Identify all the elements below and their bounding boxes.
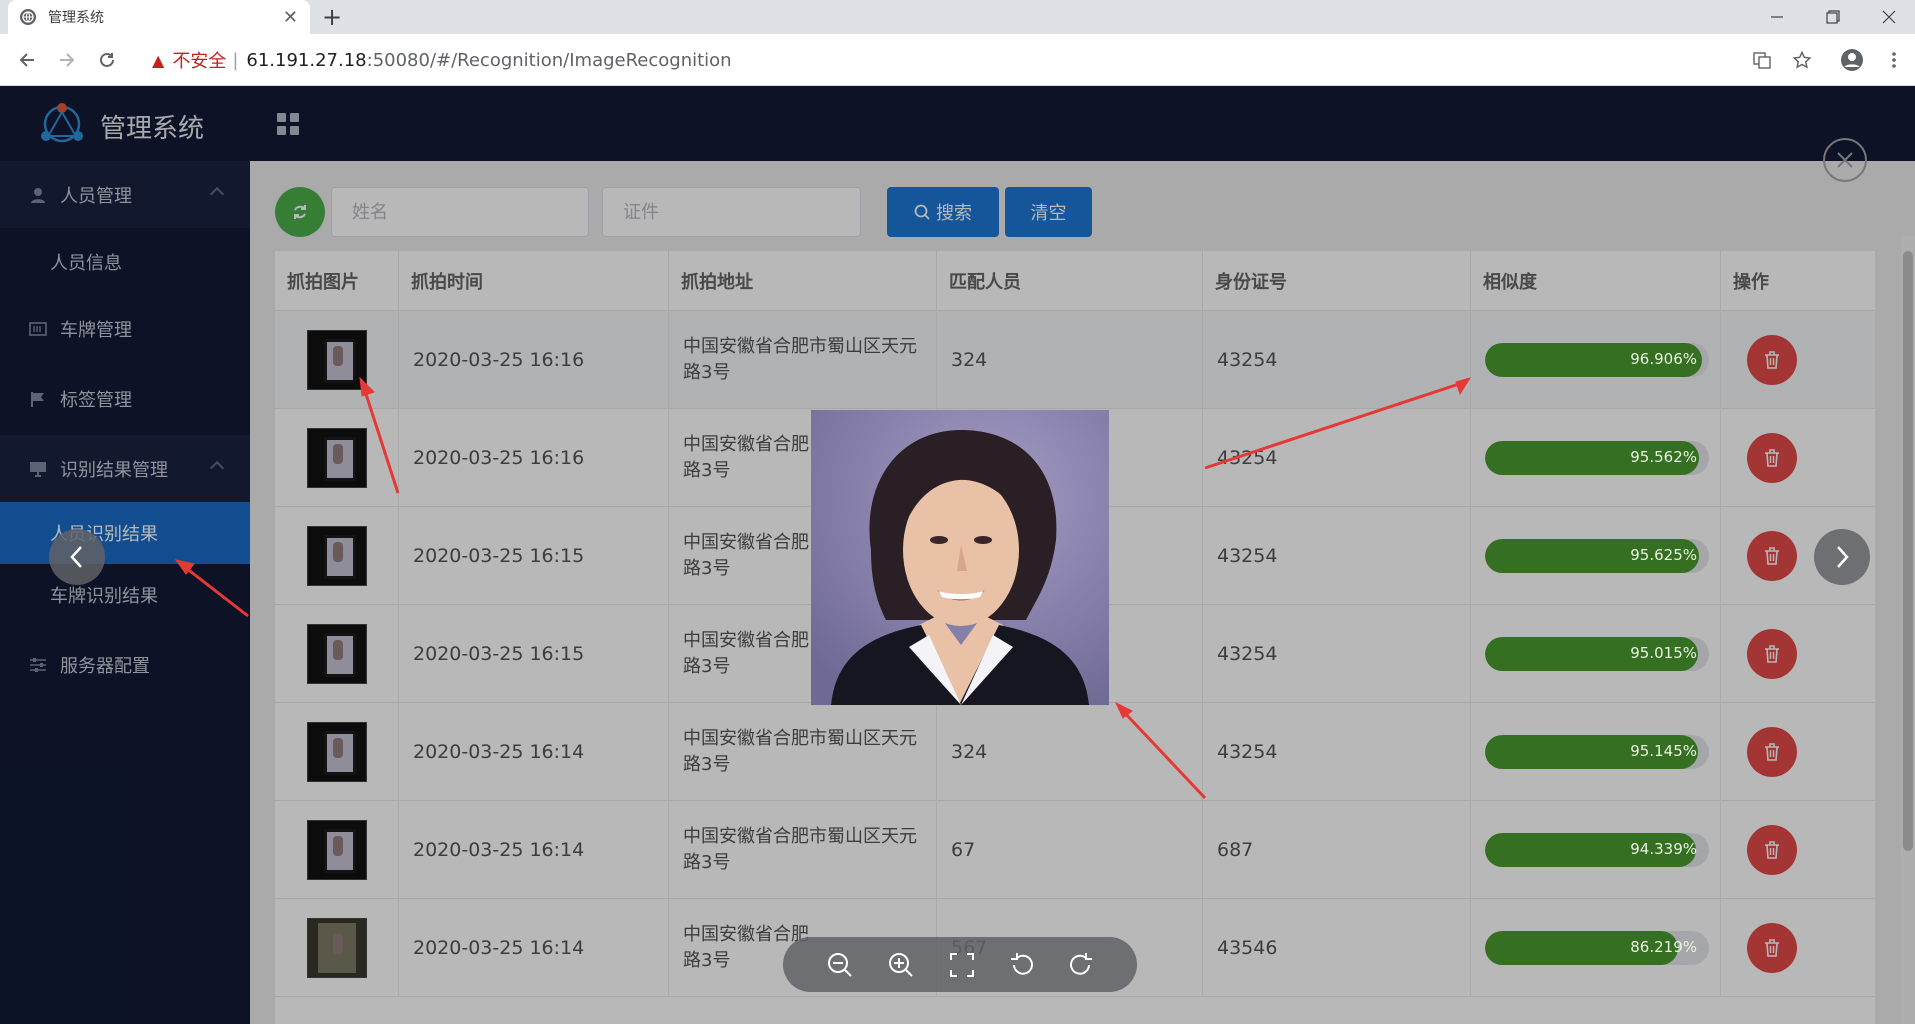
similarity-value: 95.145% — [1630, 742, 1697, 760]
translate-icon[interactable] — [1748, 46, 1776, 74]
zoom-out-icon[interactable] — [826, 951, 854, 979]
minimize-icon[interactable] — [1750, 0, 1804, 34]
browser-tab-strip: 管理系统 ✕ + — [0, 0, 1915, 34]
fit-screen-icon[interactable] — [949, 952, 975, 978]
rotate-left-icon[interactable] — [1009, 952, 1035, 978]
zoom-in-icon[interactable] — [887, 951, 915, 979]
close-icon — [1837, 152, 1853, 168]
tab-title: 管理系统 — [48, 10, 104, 26]
insecure-label: 不安全 — [172, 51, 227, 72]
chevron-right-icon — [1837, 546, 1849, 568]
similarity-value: 94.339% — [1630, 840, 1697, 858]
rotate-right-icon[interactable] — [1068, 952, 1094, 978]
similarity-value: 95.625% — [1630, 546, 1697, 564]
star-icon[interactable] — [1788, 46, 1816, 74]
tab-close-icon[interactable]: ✕ — [283, 7, 298, 28]
globe-icon — [20, 9, 36, 25]
similarity-value: 96.906% — [1630, 350, 1697, 368]
preview-photo — [811, 410, 1109, 705]
browser-tab[interactable]: 管理系统 ✕ — [8, 0, 310, 34]
viewer-next-button[interactable] — [1814, 529, 1870, 585]
chevron-left-icon — [70, 546, 82, 568]
address-bar: ▲ 不安全 | 61.191.27.18 :50080/#/Recognitio… — [0, 34, 1915, 86]
image-viewer-overlay[interactable] — [0, 86, 1915, 1024]
similarity-value: 95.562% — [1630, 448, 1697, 466]
url-path: :50080/#/Recognition/ImageRecognition — [366, 49, 732, 71]
url-field[interactable]: ▲ 不安全 | 61.191.27.18 :50080/#/Recognitio… — [136, 41, 1836, 79]
new-tab-button[interactable]: + — [322, 3, 342, 31]
viewer-close-button[interactable] — [1823, 138, 1867, 182]
account-icon[interactable] — [1838, 46, 1866, 74]
window-close-icon[interactable] — [1862, 0, 1915, 34]
forward-icon[interactable] — [53, 46, 81, 74]
viewer-toolbar — [783, 937, 1137, 992]
warning-icon: ▲ — [152, 50, 165, 70]
viewer-prev-button[interactable] — [49, 529, 105, 585]
url-host: 61.191.27.18 — [246, 49, 367, 71]
app: 管理系统 人员管理 人员信息 车牌管理 标签管理 识别结果管理 人员识别结果 车… — [0, 86, 1915, 1024]
similarity-value: 86.219% — [1630, 938, 1697, 956]
reload-icon[interactable] — [93, 46, 121, 74]
url-separator: | — [232, 49, 239, 71]
similarity-value: 95.015% — [1630, 644, 1697, 662]
restore-icon[interactable] — [1806, 0, 1860, 34]
back-icon[interactable] — [13, 46, 41, 74]
menu-dots-icon[interactable] — [1880, 46, 1908, 74]
